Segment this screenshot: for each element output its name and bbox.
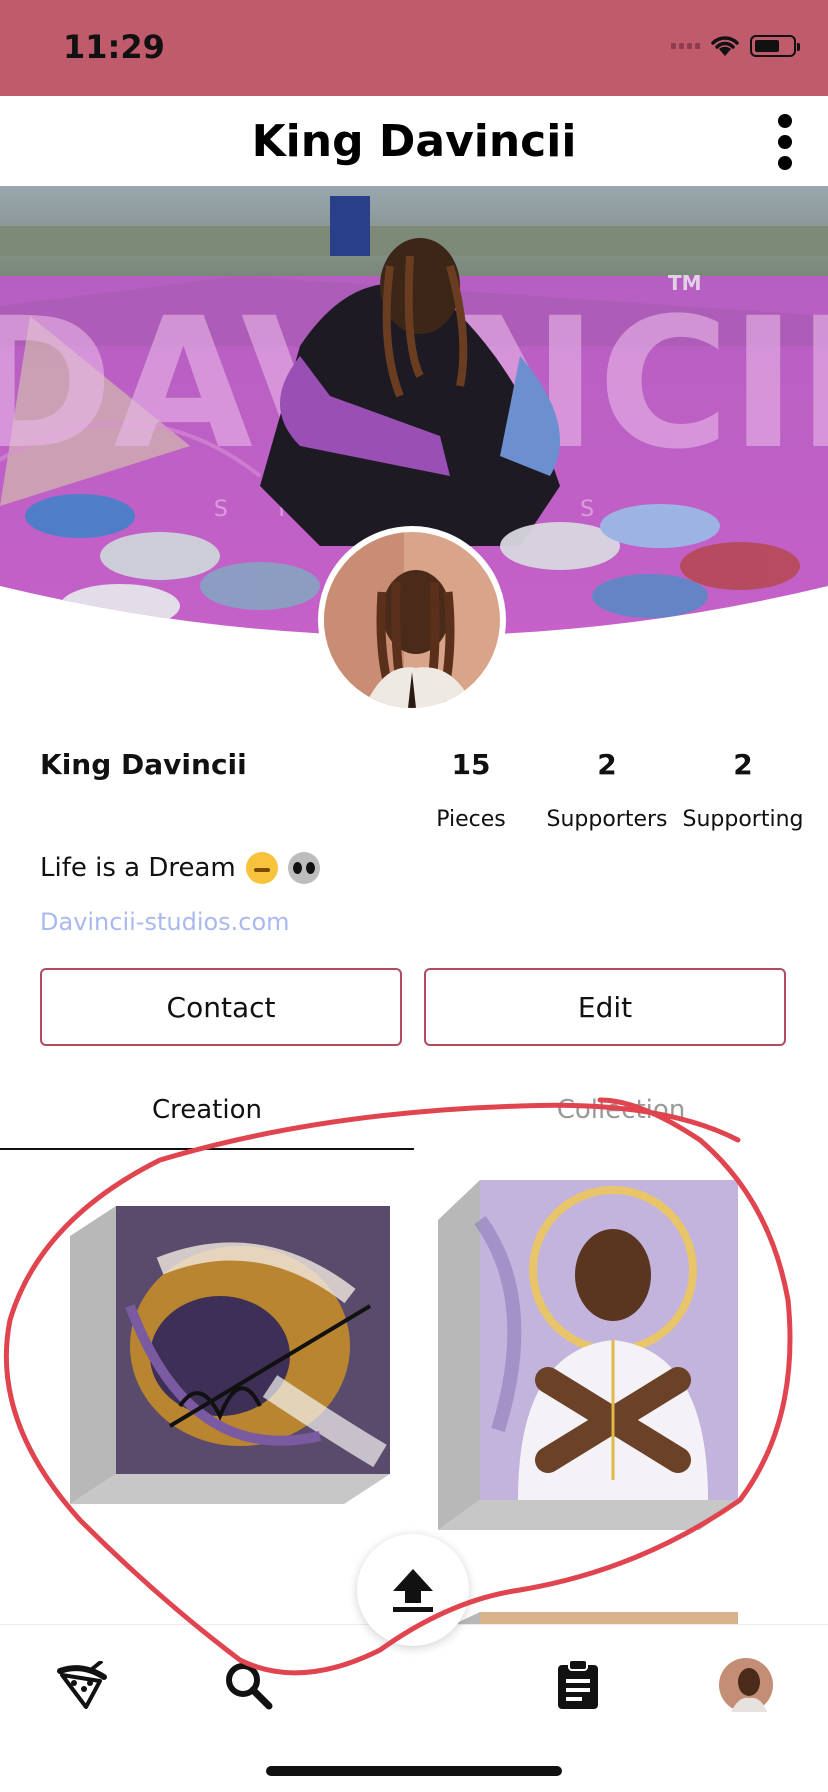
alien-emoji-icon bbox=[287, 852, 320, 884]
tab-collection[interactable]: Collection bbox=[414, 1086, 828, 1148]
artwork-card[interactable] bbox=[438, 1180, 738, 1530]
tab-creation[interactable]: Creation bbox=[0, 1086, 414, 1150]
profile-bio: Life is a Dream bbox=[40, 852, 320, 884]
profile-name: King Davincii bbox=[40, 748, 247, 781]
stat-supporters[interactable]: 2 Supporters bbox=[537, 748, 677, 832]
wifi-icon bbox=[711, 36, 739, 56]
profile-tabs: Creation Collection bbox=[0, 1086, 828, 1150]
profile-tab-avatar[interactable] bbox=[716, 1655, 776, 1715]
paint-palette-icon[interactable] bbox=[52, 1655, 112, 1715]
profile-avatar[interactable] bbox=[318, 526, 506, 714]
clipboard-icon[interactable] bbox=[548, 1655, 608, 1715]
battery-icon bbox=[750, 35, 800, 57]
status-time: 11:29 bbox=[63, 28, 165, 66]
page-title: King Davincii bbox=[251, 116, 577, 167]
cellular-signal-icon bbox=[671, 43, 700, 49]
stat-pieces[interactable]: 15 Pieces bbox=[401, 748, 541, 832]
status-icons bbox=[671, 34, 800, 58]
upload-button[interactable] bbox=[357, 1534, 469, 1646]
upload-icon bbox=[393, 1569, 433, 1612]
sleeping-face-emoji-icon bbox=[245, 852, 278, 884]
stat-value: 2 bbox=[597, 748, 617, 781]
edit-button[interactable]: Edit bbox=[424, 968, 786, 1046]
stat-label: Pieces bbox=[436, 807, 506, 832]
nav-bar: King Davincii bbox=[0, 96, 828, 187]
website-link[interactable]: Davincii-studios.com bbox=[40, 908, 290, 936]
status-bar: 11:29 bbox=[0, 0, 828, 96]
bio-text: Life is a Dream bbox=[40, 853, 236, 883]
more-options-icon[interactable] bbox=[770, 114, 800, 170]
stat-supporting[interactable]: 2 Supporting bbox=[673, 748, 813, 832]
search-icon[interactable] bbox=[218, 1655, 278, 1715]
stat-value: 15 bbox=[451, 748, 491, 781]
home-indicator bbox=[266, 1766, 562, 1776]
stat-value: 2 bbox=[733, 748, 753, 781]
contact-button[interactable]: Contact bbox=[40, 968, 402, 1046]
artwork-card[interactable] bbox=[70, 1206, 390, 1506]
stat-label: Supporters bbox=[546, 807, 668, 832]
cover-tm-mark: TM bbox=[668, 271, 702, 295]
stat-label: Supporting bbox=[682, 807, 804, 832]
